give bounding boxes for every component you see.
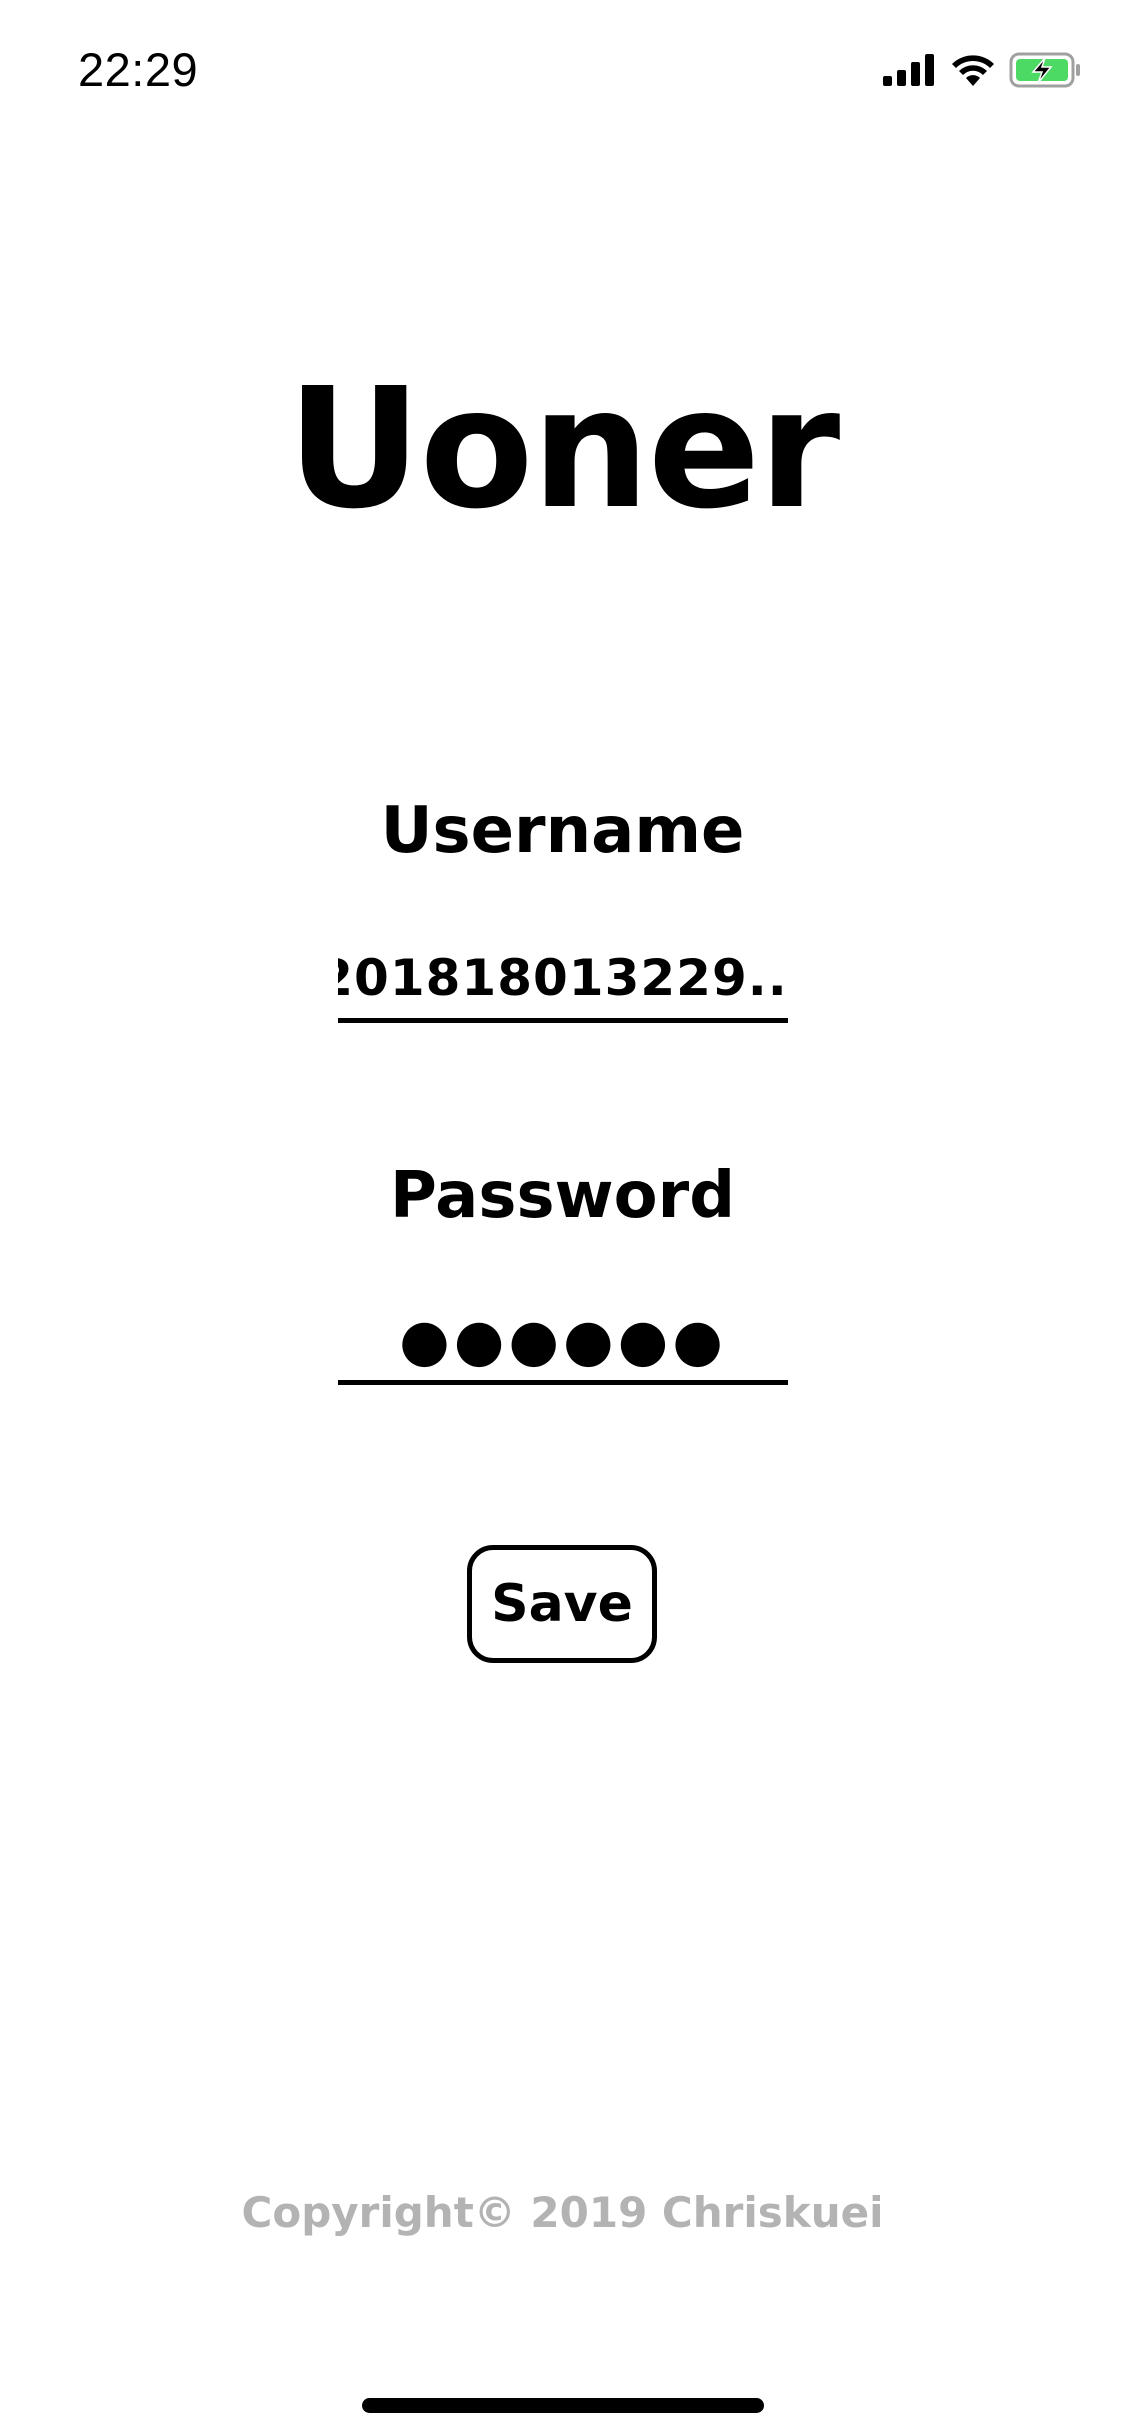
- username-label: Username: [380, 794, 745, 868]
- save-button[interactable]: Save: [467, 1545, 657, 1663]
- copyright-text: Copyright© 2019 Chriskuei: [241, 2188, 884, 2237]
- home-indicator[interactable]: [362, 2398, 764, 2413]
- status-bar: 22:29: [0, 0, 1125, 140]
- wifi-icon: [951, 54, 995, 86]
- cellular-signal-icon: [883, 54, 937, 86]
- status-icons: [883, 50, 1083, 90]
- password-label: Password: [389, 1159, 736, 1233]
- username-value: 201818013229...: [338, 949, 788, 1007]
- status-time: 22:29: [78, 43, 199, 96]
- password-masked-value: ●●●●●●: [399, 1306, 727, 1374]
- password-field[interactable]: ●●●●●●: [338, 1300, 788, 1385]
- username-field[interactable]: 201818013229...: [338, 938, 788, 1023]
- battery-charging-icon: [1009, 52, 1083, 88]
- app-title: Uoner: [286, 353, 840, 546]
